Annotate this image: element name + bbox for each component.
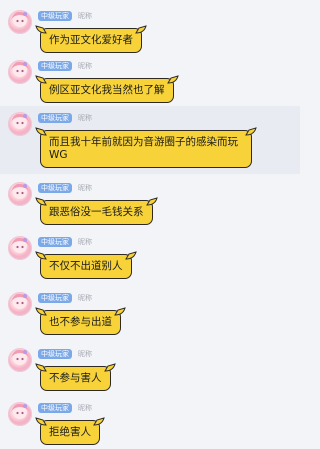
bubble-tail-icon: [124, 250, 137, 260]
chat-message: 中级玩家 昵称 跟恶俗没一毛钱关系: [0, 174, 300, 230]
message-bubble[interactable]: 不仅不出道别人: [35, 251, 137, 279]
bubble-tail-icon: [35, 126, 47, 136]
sender-name: 昵称: [78, 12, 92, 20]
bubble-tail-icon: [103, 362, 116, 372]
sender-name: 昵称: [78, 184, 92, 192]
bubble-tail-icon: [114, 306, 126, 316]
message-text: 不参与害人: [49, 372, 102, 384]
level-badge: 中级玩家: [38, 11, 72, 21]
bubble-tail-icon: [166, 74, 179, 84]
chat-message: 中级玩家 昵称 作为亚文化爱好者: [0, 0, 300, 58]
avatar[interactable]: [8, 292, 32, 316]
chat-message: 中级玩家 昵称 不参与害人: [0, 342, 300, 398]
message-bubble[interactable]: 拒绝害人: [35, 417, 105, 445]
chat-message: 中级玩家 昵称 不仅不出道别人: [0, 230, 300, 286]
bubble-tail-icon: [35, 24, 47, 34]
message-text: 拒绝害人: [49, 426, 91, 438]
bubble-tail-icon: [35, 416, 47, 426]
message-text: 也不参与出道: [49, 316, 112, 328]
level-badge: 中级玩家: [38, 293, 72, 303]
level-badge: 中级玩家: [38, 403, 72, 413]
message-text: 作为亚文化爱好者: [49, 34, 133, 46]
bubble-tail-icon: [245, 126, 257, 136]
level-badge: 中级玩家: [38, 61, 72, 71]
sender-name: 昵称: [78, 404, 92, 412]
sender-name: 昵称: [78, 114, 92, 122]
sender-name: 昵称: [78, 350, 92, 358]
avatar[interactable]: [8, 10, 32, 34]
message-bubble[interactable]: 而且我十年前就因为音游圈子的感染而玩WG: [35, 127, 257, 168]
level-badge: 中级玩家: [38, 349, 72, 359]
avatar[interactable]: [8, 402, 32, 426]
sender-name: 昵称: [78, 62, 92, 70]
avatar[interactable]: [8, 112, 32, 136]
message-bubble[interactable]: 例区亚文化我当然也了解: [35, 75, 179, 103]
bubble-tail-icon: [35, 362, 47, 372]
sender-name: 昵称: [78, 238, 92, 246]
message-text: 例区亚文化我当然也了解: [49, 84, 165, 96]
bubble-tail-icon: [35, 306, 47, 316]
avatar[interactable]: [8, 60, 32, 84]
chat-message: 中级玩家 昵称 也不参与出道: [0, 286, 300, 342]
avatar[interactable]: [8, 236, 32, 260]
message-bubble[interactable]: 不参与害人: [35, 363, 116, 391]
bubble-tail-icon: [35, 250, 47, 260]
chat-message: 中级玩家 昵称 例区亚文化我当然也了解: [0, 58, 300, 106]
chat-message: 中级玩家 昵称 而且我十年前就因为音游圈子的感染而玩WG: [0, 106, 300, 174]
chat-log: 中级玩家 昵称 作为亚文化爱好者 中级玩家 昵称 例区亚文化我当然也了解 中级玩…: [0, 0, 300, 449]
bubble-tail-icon: [145, 196, 158, 206]
bubble-tail-icon: [93, 416, 105, 426]
message-bubble[interactable]: 跟恶俗没一毛钱关系: [35, 197, 158, 225]
level-badge: 中级玩家: [38, 237, 72, 247]
level-badge: 中级玩家: [38, 183, 72, 193]
level-badge: 中级玩家: [38, 113, 72, 123]
message-bubble[interactable]: 作为亚文化爱好者: [35, 25, 147, 53]
sender-name: 昵称: [78, 294, 92, 302]
message-bubble[interactable]: 也不参与出道: [35, 307, 126, 335]
bubble-tail-icon: [135, 24, 147, 34]
bubble-tail-icon: [35, 196, 47, 206]
message-text: 不仅不出道别人: [49, 260, 123, 272]
message-text: 而且我十年前就因为音游圈子的感染而玩WG: [49, 136, 238, 161]
message-text: 跟恶俗没一毛钱关系: [49, 206, 144, 218]
bubble-tail-icon: [35, 74, 47, 84]
chat-message: 中级玩家 昵称 拒绝害人: [0, 398, 300, 449]
avatar[interactable]: [8, 348, 32, 372]
avatar[interactable]: [8, 182, 32, 206]
